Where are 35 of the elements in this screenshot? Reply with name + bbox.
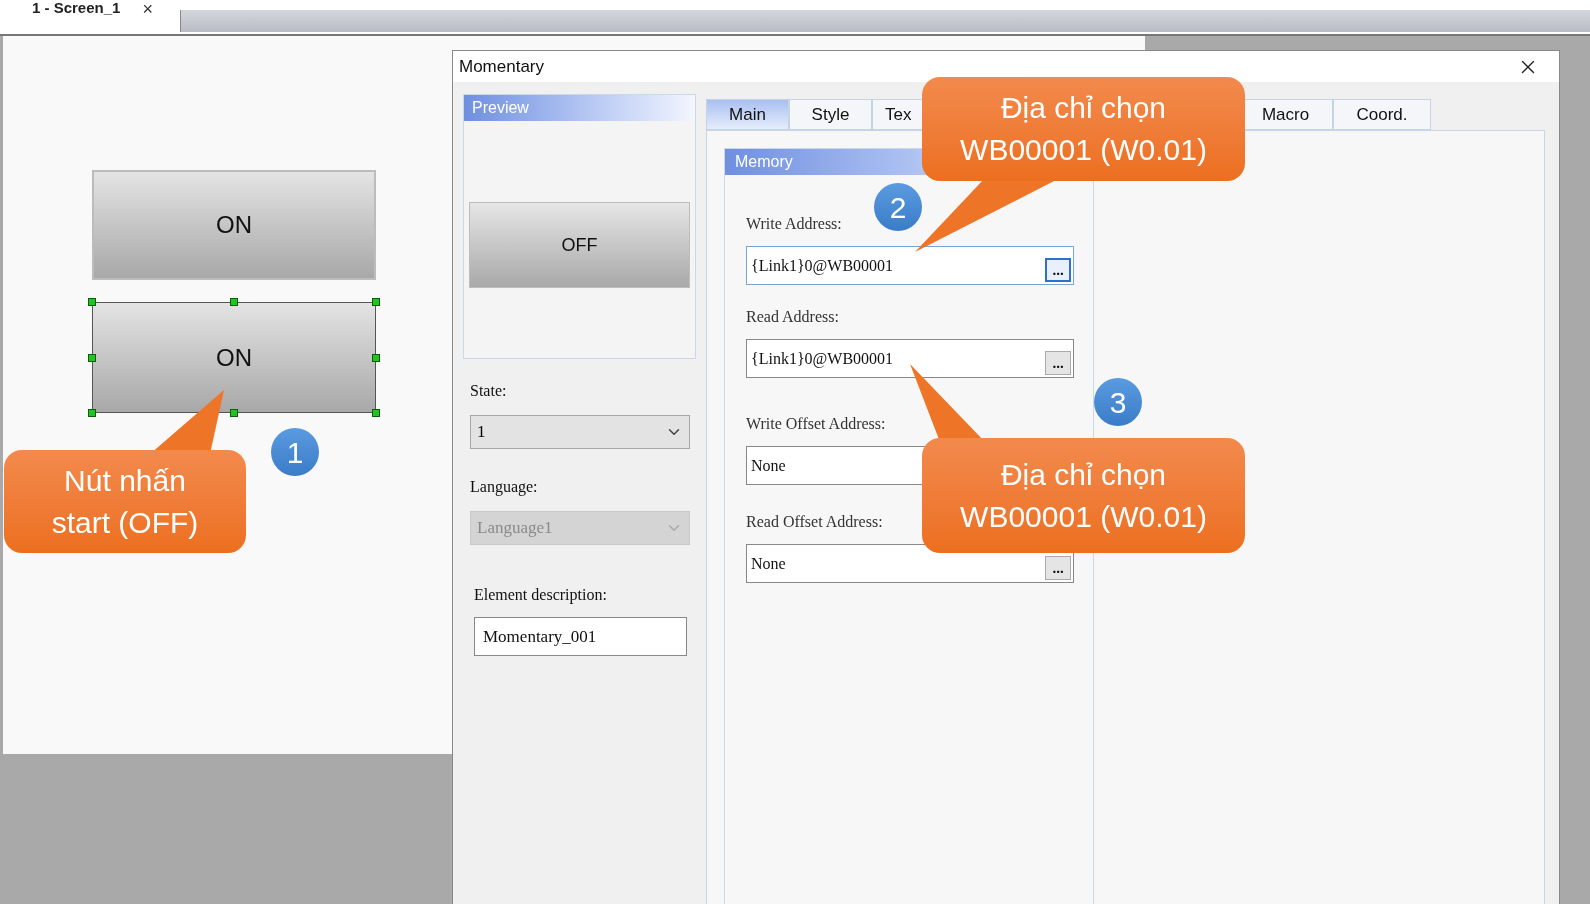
browse-button[interactable]: ... bbox=[1045, 556, 1071, 580]
field-label: Read Offset Address: bbox=[746, 512, 883, 532]
field-label: Read Address: bbox=[746, 307, 839, 327]
close-tab-button[interactable]: × bbox=[142, 0, 153, 18]
resize-handle[interactable] bbox=[88, 409, 96, 417]
tab[interactable]: Main bbox=[706, 99, 789, 130]
callout-tooltip: Địa chỉ chọn WB00001 (W0.01) bbox=[922, 77, 1245, 181]
document-tab[interactable]: 1 - Screen_1 bbox=[32, 0, 121, 16]
resize-handle[interactable] bbox=[88, 298, 96, 306]
browse-button[interactable]: ... bbox=[1045, 258, 1071, 282]
callout-tooltip: Nút nhấn start (OFF) bbox=[4, 450, 246, 553]
state-dropdown[interactable]: 1 bbox=[470, 415, 690, 449]
resize-handle[interactable] bbox=[372, 409, 380, 417]
field-label: Element description: bbox=[474, 585, 608, 606]
on-button[interactable]: ON bbox=[92, 170, 376, 280]
resize-handle[interactable] bbox=[230, 409, 238, 417]
off-button[interactable]: OFF bbox=[469, 202, 690, 288]
window-title: Momentary bbox=[459, 55, 545, 78]
description-field[interactable]: Momentary_001 bbox=[474, 617, 687, 656]
preview-header: Preview bbox=[464, 95, 695, 121]
resize-handle[interactable] bbox=[230, 298, 238, 306]
address-field[interactable]: {Link1}0@WB00001 ... bbox=[746, 339, 1074, 378]
tab[interactable]: Style bbox=[789, 99, 872, 130]
field-label: Write Address: bbox=[746, 214, 842, 234]
resize-handle[interactable] bbox=[88, 353, 96, 362]
on-button[interactable]: ON bbox=[92, 302, 376, 413]
address-field[interactable]: {Link1}0@WB00001 ... bbox=[746, 246, 1074, 285]
callout-tooltip: Địa chỉ chọn WB00001 (W0.01) bbox=[922, 438, 1245, 553]
browse-button[interactable]: ... bbox=[1045, 351, 1071, 375]
field-label: Write Offset Address: bbox=[746, 414, 886, 434]
field-label: Language: bbox=[470, 477, 539, 498]
field-label: State: bbox=[470, 381, 508, 401]
resize-handle[interactable] bbox=[372, 353, 380, 362]
tab[interactable]: Coord. bbox=[1333, 99, 1431, 130]
resize-handle[interactable] bbox=[372, 298, 380, 306]
